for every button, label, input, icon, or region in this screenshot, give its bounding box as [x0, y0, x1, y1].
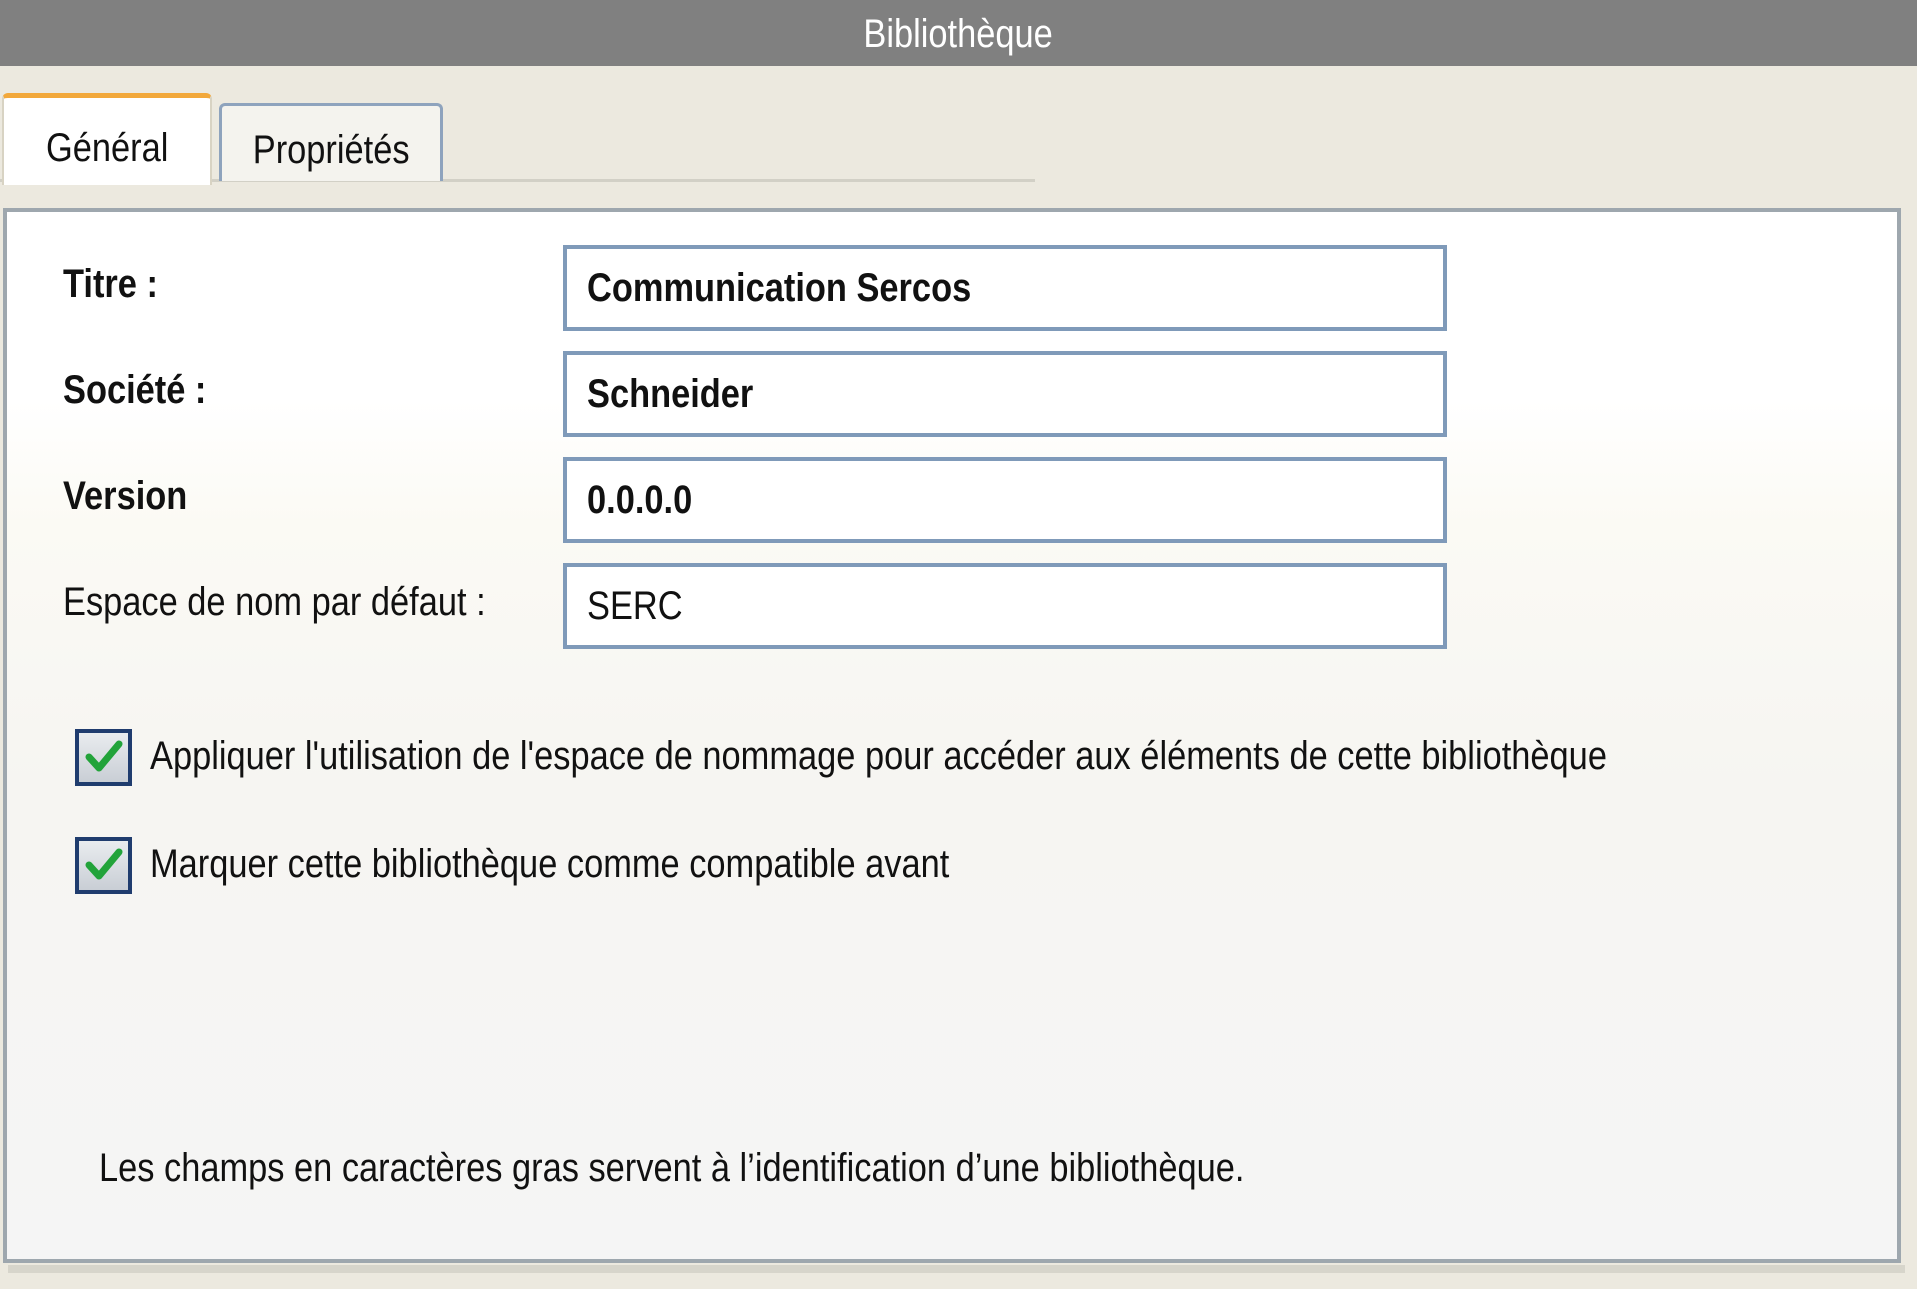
company-field-value: Schneider	[587, 372, 754, 416]
company-field[interactable]: Schneider	[563, 351, 1447, 437]
namespace-access-checkbox[interactable]	[75, 729, 132, 786]
version-label: Version	[63, 474, 188, 518]
title-field-value: Communication Sercos	[587, 266, 972, 310]
title-label: Titre :	[63, 262, 158, 306]
company-label: Société :	[63, 368, 207, 412]
forward-compatible-checkbox-label[interactable]: Marquer cette bibliothèque comme compati…	[150, 842, 1079, 887]
forward-compatible-checkbox[interactable]	[75, 837, 132, 894]
namespace-field-value: SERC	[587, 584, 683, 628]
tab-general-label: Général	[45, 126, 169, 170]
bold-fields-note: Les champs en caractères gras servent à …	[99, 1146, 1245, 1190]
version-field[interactable]: 0.0.0.0	[563, 457, 1447, 543]
tab-general[interactable]: Général	[2, 93, 212, 185]
library-dialog: Bibliothèque Général Propriétés Titre : …	[0, 0, 1917, 1289]
namespace-label: Espace de nom par défaut :	[63, 580, 486, 624]
window-title: Bibliothèque	[863, 12, 1054, 56]
version-field-value: 0.0.0.0	[587, 478, 693, 522]
checkmark-icon	[85, 848, 123, 880]
window-titlebar: Bibliothèque	[0, 0, 1917, 66]
checkmark-icon	[85, 740, 123, 772]
tab-properties-label: Propriétés	[252, 128, 410, 172]
namespace-field[interactable]: SERC	[563, 563, 1447, 649]
title-field[interactable]: Communication Sercos	[563, 245, 1447, 331]
tab-properties[interactable]: Propriétés	[219, 103, 443, 181]
panel-shadow	[8, 1265, 1905, 1273]
namespace-access-checkbox-label[interactable]: Appliquer l'utilisation de l'espace de n…	[150, 734, 1844, 779]
